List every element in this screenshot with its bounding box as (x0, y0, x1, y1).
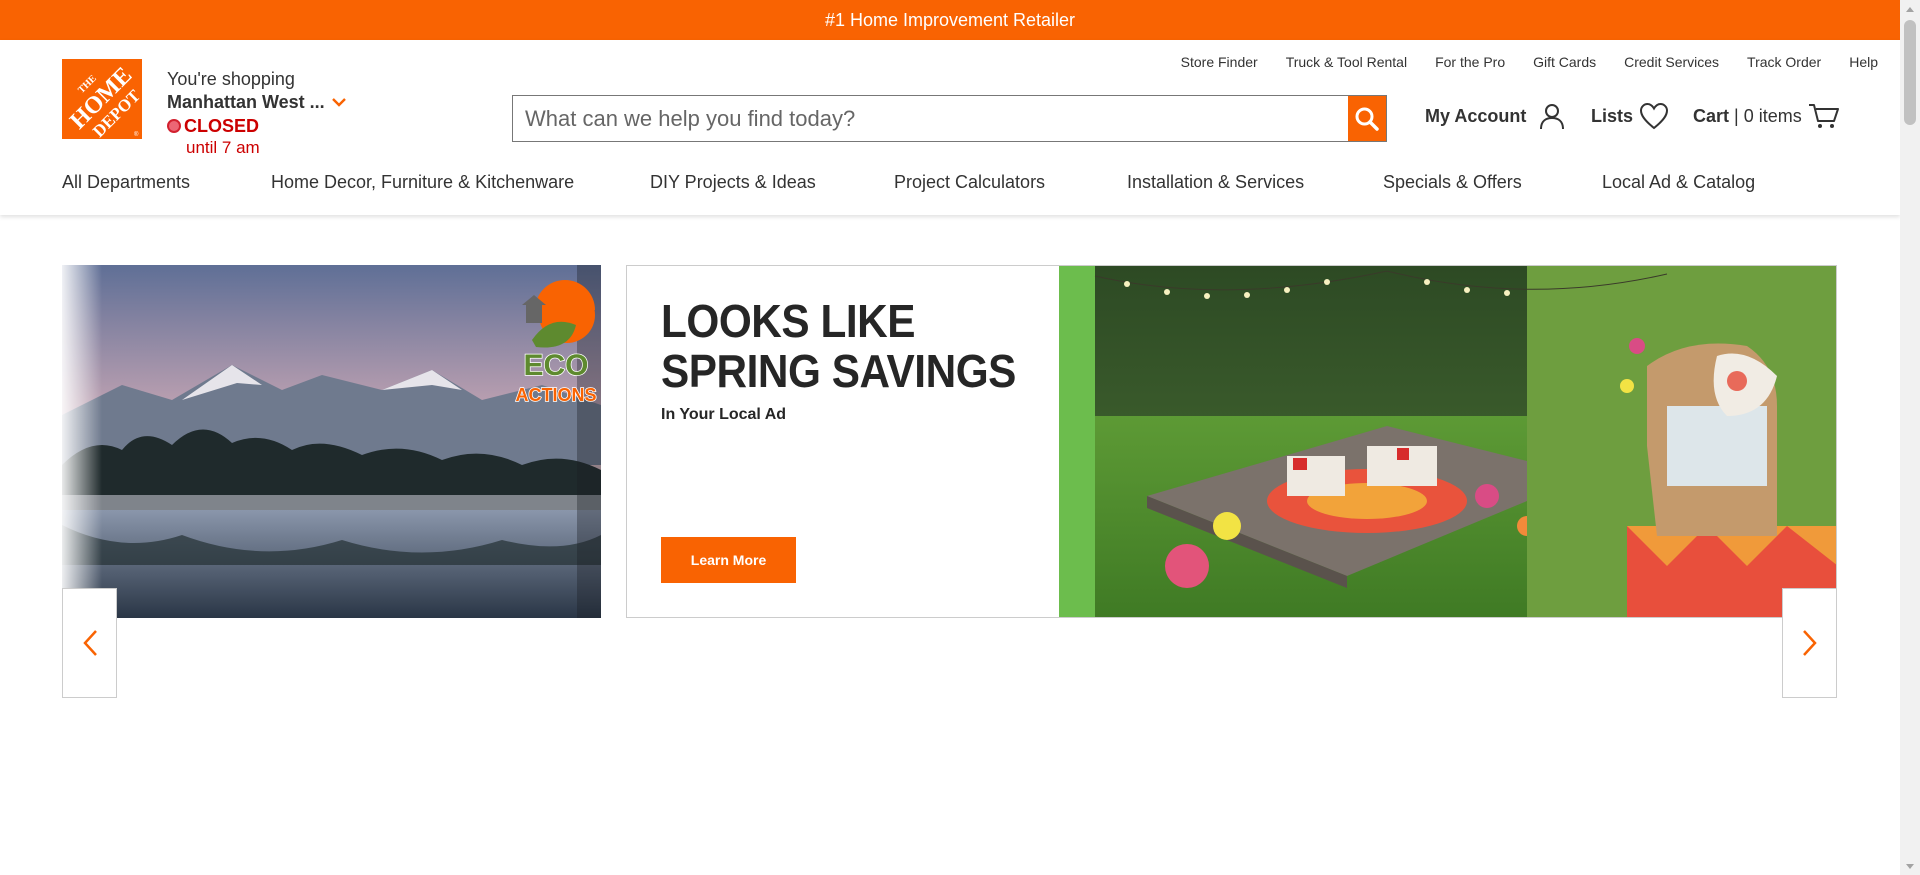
link-track-order[interactable]: Track Order (1747, 54, 1821, 70)
store-hours: until 7 am (186, 138, 260, 157)
site-header: THE HOME DEPOT ® You're shopping Manhatt… (0, 40, 1900, 215)
link-help[interactable]: Help (1849, 54, 1878, 70)
lists-button[interactable]: Lists (1591, 102, 1669, 130)
banner-headline: LOOKS LIKE SPRING SAVINGS (661, 296, 1016, 396)
page-scrollbar[interactable] (1900, 0, 1920, 875)
svg-text:ACTIONS: ACTIONS (516, 385, 597, 405)
chevron-left-icon (82, 630, 97, 656)
svg-text:®: ® (134, 131, 139, 138)
link-store-finder[interactable]: Store Finder (1181, 54, 1258, 70)
main-nav: All Departments Home Decor, Furniture & … (0, 172, 1900, 212)
store-status-row: CLOSED (167, 115, 367, 137)
cart-button[interactable]: Cart | 0 items (1693, 102, 1840, 130)
user-icon (1540, 104, 1565, 130)
cart-separator: | (1734, 105, 1739, 126)
scroll-down-arrow-icon[interactable] (1900, 858, 1920, 875)
store-name: Manhattan West ... (167, 92, 325, 112)
mountain-lake-image: ECO ACTIONS (62, 265, 601, 618)
my-account-button[interactable]: My Account (1425, 102, 1566, 130)
search-icon (1355, 107, 1379, 131)
chevron-right-icon (1802, 630, 1817, 656)
nav-home-decor[interactable]: Home Decor, Furniture & Kitchenware (271, 172, 574, 193)
learn-more-button[interactable]: Learn More (661, 537, 796, 583)
nav-all-departments[interactable]: All Departments (62, 172, 190, 193)
eco-actions-banner[interactable]: ECO ACTIONS (62, 265, 601, 618)
cart-count: 0 items (1743, 105, 1802, 126)
nav-diy-projects[interactable]: DIY Projects & Ideas (650, 172, 816, 193)
nav-local-ad-catalog[interactable]: Local Ad & Catalog (1602, 172, 1755, 193)
search-button[interactable] (1348, 96, 1386, 141)
scrollbar-thumb[interactable] (1904, 20, 1916, 125)
cart-icon (1808, 104, 1839, 128)
cart-label: Cart (1693, 105, 1730, 126)
svg-text:ECO: ECO (523, 349, 588, 382)
chevron-down-icon[interactable] (331, 94, 347, 110)
link-for-the-pro[interactable]: For the Pro (1435, 54, 1505, 70)
link-credit-services[interactable]: Credit Services (1624, 54, 1719, 70)
scroll-up-arrow-icon[interactable] (1900, 0, 1920, 17)
lists-label: Lists (1591, 105, 1634, 126)
utility-links: Store Finder Truck & Tool Rental For the… (1153, 54, 1878, 70)
home-depot-logo[interactable]: THE HOME DEPOT ® (62, 59, 142, 139)
store-label: You're shopping (167, 69, 295, 89)
banner-subhead: In Your Local Ad (661, 406, 787, 423)
banner-text-panel: LOOKS LIKE SPRING SAVINGS In Your Local A… (627, 266, 1059, 617)
promo-text: #1 Home Improvement Retailer (824, 9, 1076, 30)
banner-headline-line2: SPRING SAVINGS (661, 345, 1016, 397)
nav-specials-offers[interactable]: Specials & Offers (1383, 172, 1522, 193)
spring-savings-banner[interactable]: LOOKS LIKE SPRING SAVINGS In Your Local A… (626, 265, 1837, 618)
search-input[interactable] (513, 96, 1348, 141)
nav-installation-services[interactable]: Installation & Services (1127, 172, 1304, 193)
carousel-prev-button[interactable] (62, 588, 117, 698)
nav-project-calculators[interactable]: Project Calculators (894, 172, 1045, 193)
search-bar (512, 95, 1387, 142)
link-truck-tool-rental[interactable]: Truck & Tool Rental (1286, 54, 1407, 70)
link-gift-cards[interactable]: Gift Cards (1533, 54, 1596, 70)
heart-icon (1640, 102, 1669, 130)
closed-status-icon (167, 119, 181, 133)
store-status: CLOSED (184, 116, 260, 136)
carousel-next-button[interactable] (1782, 588, 1837, 698)
my-account-label: My Account (1425, 105, 1527, 126)
promo-bar: #1 Home Improvement Retailer (0, 0, 1900, 40)
store-selector[interactable]: You're shopping Manhattan West ... CLOSE… (167, 68, 367, 159)
banner-headline-line1: LOOKS LIKE (661, 295, 916, 347)
store-name-row[interactable]: Manhattan West ... (167, 91, 367, 113)
